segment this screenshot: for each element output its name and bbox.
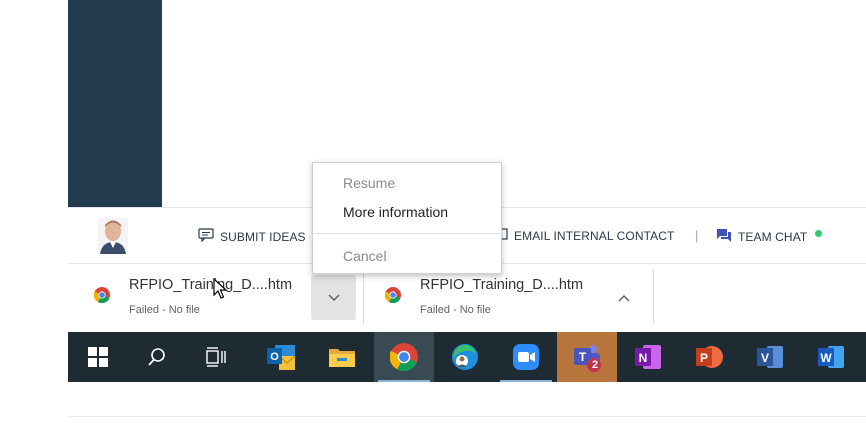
word-icon: W [818,346,844,368]
chrome-file-icon [93,287,110,308]
svg-text:W: W [820,351,832,365]
download-divider [363,270,364,324]
svg-text:V: V [761,351,769,365]
start-icon [88,347,108,367]
active-app-indicator [378,380,430,382]
bottom-divider [68,416,866,417]
team-chat-link[interactable]: TEAM CHAT [716,228,823,246]
powerpoint-taskbar-button[interactable]: P [679,332,739,382]
chevron-down-icon [327,293,340,301]
menu-item-more-information[interactable]: More information [343,204,448,220]
app-sidebar [68,0,162,207]
task-view-icon [206,347,226,367]
file-explorer-taskbar-button[interactable] [312,332,372,382]
submit-ideas-link[interactable]: SUBMIT IDEAS [198,228,306,245]
zoom-icon [513,344,539,370]
svg-text:T: T [579,350,587,364]
download-options-button[interactable] [311,275,356,320]
outlook-icon: O [267,345,296,370]
download-options-button[interactable] [604,275,644,320]
zoom-taskbar-button[interactable] [496,332,556,382]
download-item-filename[interactable]: RFPIO_Training_D....htm [420,277,583,293]
teams-taskbar-button[interactable]: T 2 [557,332,617,382]
svg-text:P: P [700,351,708,365]
onenote-taskbar-button[interactable]: N [618,332,678,382]
teams-notification-badge: 2 [592,359,599,371]
edge-icon [452,344,478,370]
start-button[interactable] [68,332,128,382]
onenote-icon: N [635,345,661,369]
visio-icon: V [757,346,783,368]
download-item-status: Failed - No file [420,304,491,316]
email-internal-contact-label: EMAIL INTERNAL CONTACT [514,228,675,243]
chat-icon [716,228,732,246]
footer-separator: | [695,228,699,243]
svg-text:O: O [270,351,279,363]
user-avatar[interactable] [98,218,128,254]
menu-item-cancel[interactable]: Cancel [343,248,387,264]
edge-taskbar-button[interactable] [435,332,495,382]
chrome-file-icon [384,287,401,308]
download-item-status: Failed - No file [129,304,200,316]
email-internal-contact-link[interactable]: EMAIL INTERNAL CONTACT [498,228,674,243]
online-status-dot [815,229,823,237]
powerpoint-icon: P [696,346,723,368]
submit-ideas-label: SUBMIT IDEAS [220,229,306,244]
word-taskbar-button[interactable]: W [801,332,861,382]
visio-taskbar-button[interactable]: V [740,332,800,382]
search-icon [148,348,165,366]
download-item-filename[interactable]: RFPIO_Training_D....htm [129,277,292,293]
outlook-taskbar-button[interactable]: O [251,332,311,382]
teams-icon: T [574,345,601,372]
menu-separator [313,233,501,234]
taskbar-search-button[interactable] [127,332,187,382]
open-app-indicator [500,380,552,382]
chrome-icon [390,343,418,371]
svg-text:N: N [639,351,648,365]
menu-item-resume[interactable]: Resume [343,175,395,191]
download-divider [653,270,654,324]
chevron-up-icon [618,294,630,302]
chrome-taskbar-button[interactable] [374,332,434,382]
mouse-cursor-icon [213,277,228,305]
task-view-button[interactable] [186,332,246,382]
download-context-menu: Resume More information Cancel [312,162,502,274]
file-explorer-icon [329,349,355,367]
feedback-icon [198,228,214,245]
team-chat-label: TEAM CHAT [738,230,808,244]
